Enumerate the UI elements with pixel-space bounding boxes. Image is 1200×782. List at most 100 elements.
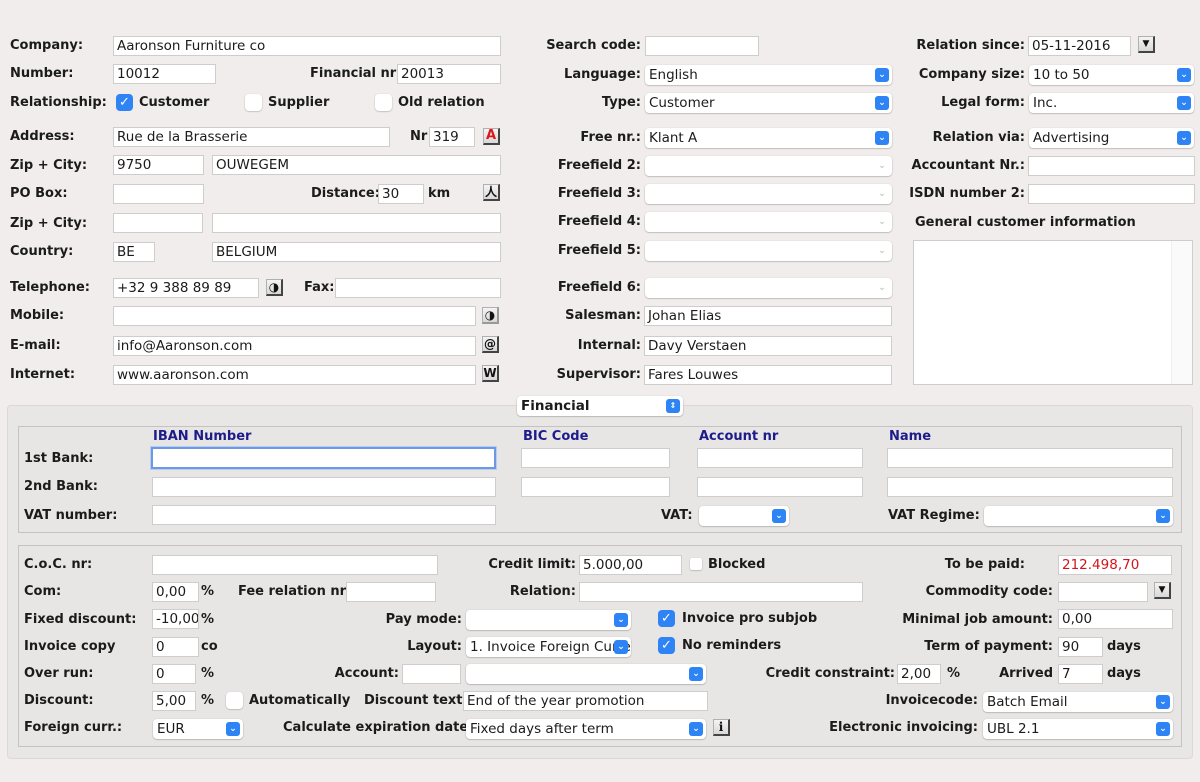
automatically-label: Automatically — [249, 693, 351, 708]
search-code-field[interactable] — [645, 36, 759, 56]
commodity-code-field[interactable] — [1058, 582, 1148, 602]
section-select[interactable]: Financial ⇕ — [517, 396, 683, 416]
supplier-checkbox[interactable] — [245, 94, 262, 111]
salesman-label: Salesman: — [565, 308, 641, 323]
company-field[interactable]: Aaronson Furniture co — [113, 36, 501, 56]
invoice-copy-field[interactable]: 0 — [152, 637, 199, 657]
financial-nr-field[interactable]: 20013 — [397, 64, 501, 84]
country-code-field[interactable]: BE — [113, 242, 155, 262]
credit-constraint-field[interactable]: 2,00 — [897, 664, 941, 684]
date-picker-button[interactable]: ▼ — [1138, 36, 1155, 53]
number-field[interactable]: 10012 — [113, 64, 216, 84]
bank-2-account-field[interactable] — [697, 477, 863, 497]
com-label: Com: — [24, 584, 62, 599]
zip-field[interactable]: 9750 — [113, 155, 204, 175]
relation-since-field[interactable]: 05-11-2016 — [1028, 36, 1131, 56]
house-nr-field[interactable]: 319 — [429, 127, 475, 147]
distance-field[interactable]: 30 — [378, 184, 424, 204]
coc-field[interactable] — [152, 555, 438, 575]
general-info-scrollbar[interactable] — [1171, 241, 1192, 384]
address-lookup-button[interactable]: A — [483, 128, 500, 145]
section-value: Financial — [521, 398, 590, 414]
automatically-checkbox[interactable] — [226, 692, 243, 709]
freefield-2-select[interactable]: ⌄ — [645, 156, 892, 176]
open-website-button[interactable]: W — [482, 365, 499, 382]
relation-field[interactable] — [579, 582, 863, 602]
info-button[interactable]: i — [713, 719, 730, 736]
free-nr-select[interactable]: Klant A ⌄ — [645, 128, 892, 148]
calc-exp-select[interactable]: Fixed days after term ⌄ — [466, 719, 706, 739]
relation-via-select[interactable]: Advertising ⌄ — [1029, 128, 1194, 148]
invoicecode-label: Invoicecode: — [885, 693, 978, 708]
address-field[interactable]: Rue de la Brasserie — [113, 127, 390, 147]
fee-relation-field[interactable] — [346, 582, 436, 602]
isdn-field[interactable] — [1028, 184, 1195, 204]
fixed-discount-field[interactable]: -10,00 — [152, 609, 199, 629]
accountant-nr-field[interactable] — [1028, 156, 1195, 176]
company-size-select[interactable]: 10 to 50 ⌄ — [1029, 65, 1194, 85]
pay-mode-select[interactable]: ⌄ — [466, 610, 631, 630]
country-name-field[interactable]: BELGIUM — [212, 242, 501, 262]
po-box-field[interactable] — [113, 184, 204, 204]
fax-field[interactable] — [335, 278, 501, 298]
old-relation-checkbox[interactable] — [375, 94, 392, 111]
bank-1-iban-field[interactable] — [151, 447, 496, 469]
internal-field[interactable]: Davy Verstaen — [644, 336, 892, 356]
email-field[interactable]: info@Aaronson.com — [113, 336, 476, 356]
foreign-curr-select[interactable]: EUR ⌄ — [153, 719, 243, 739]
internet-field[interactable]: www.aaronson.com — [113, 365, 476, 385]
credit-limit-label: Credit limit: — [488, 557, 576, 572]
invoicecode-select[interactable]: Batch Email ⌄ — [983, 692, 1173, 712]
e-invoicing-select[interactable]: UBL 2.1 ⌄ — [983, 719, 1173, 739]
minimal-job-field[interactable]: 0,00 — [1058, 609, 1173, 629]
freefield-5-select[interactable]: ⌄ — [645, 241, 892, 261]
call-mobile-button[interactable]: ◑ — [482, 307, 499, 324]
invoice-pro-subjob-checkbox[interactable]: ✓ — [658, 610, 675, 627]
over-run-field[interactable]: 0 — [152, 664, 196, 684]
foreign-curr-value: EUR — [157, 721, 185, 737]
vat-regime-select[interactable]: ⌄ — [984, 506, 1173, 526]
e-invoicing-label: Electronic invoicing: — [829, 720, 978, 735]
zip2-field[interactable] — [113, 213, 203, 233]
freefield-6-select[interactable]: ⌄ — [645, 278, 892, 298]
freefield-4-select[interactable]: ⌄ — [645, 212, 892, 232]
type-select[interactable]: Customer ⌄ — [645, 93, 892, 113]
general-info-textarea[interactable] — [913, 240, 1193, 385]
account-field[interactable] — [402, 664, 461, 684]
call-telephone-button[interactable]: ◑ — [266, 279, 283, 296]
no-reminders-checkbox[interactable]: ✓ — [658, 637, 675, 654]
bank-2-bic-field[interactable] — [521, 477, 670, 497]
telephone-field[interactable]: +32 9 388 89 89 — [113, 278, 259, 298]
discount-field[interactable]: 5,00 — [152, 691, 196, 711]
bank-1-account-field[interactable] — [697, 448, 863, 468]
layout-select[interactable]: 1. Invoice Foreign Currency⌄ — [466, 637, 631, 657]
freefield-3-select[interactable]: ⌄ — [645, 184, 892, 204]
bank-2-name-field[interactable] — [887, 477, 1173, 497]
term-payment-field[interactable]: 90 — [1058, 637, 1103, 657]
account-select[interactable]: ⌄ — [466, 664, 706, 684]
supervisor-field[interactable]: Fares Louwes — [644, 365, 892, 385]
legal-form-select[interactable]: Inc. ⌄ — [1029, 93, 1194, 113]
customer-checkbox[interactable]: ✓ — [116, 94, 133, 111]
language-select[interactable]: English ⌄ — [645, 65, 892, 85]
bank-2-iban-field[interactable] — [152, 477, 496, 497]
discount-text-field[interactable]: End of the year promotion — [463, 691, 708, 711]
mobile-field[interactable] — [113, 306, 476, 326]
vat-number-field[interactable] — [152, 505, 496, 525]
bank-1-bic-field[interactable] — [521, 448, 670, 468]
bank-1-name-field[interactable] — [887, 448, 1173, 468]
arrived-field[interactable]: 7 — [1058, 664, 1103, 684]
vat-select[interactable]: ⌄ — [699, 506, 789, 526]
city-field[interactable]: OUWEGEM — [212, 155, 501, 175]
salesman-field[interactable]: Johan Elias — [644, 306, 892, 326]
commodity-code-dropdown-button[interactable]: ▼ — [1154, 582, 1171, 599]
com-field[interactable]: 0,00 — [152, 582, 199, 602]
accountant-nr-label: Accountant Nr.: — [911, 158, 1025, 173]
name-header: Name — [889, 429, 932, 444]
blocked-checkbox[interactable] — [690, 558, 702, 570]
credit-limit-field[interactable]: 5.000,00 — [579, 555, 682, 575]
city2-field[interactable] — [212, 213, 501, 233]
route-button[interactable]: 人 — [483, 184, 500, 201]
send-email-button[interactable]: @ — [482, 336, 499, 353]
distance-label: Distance: — [311, 186, 380, 201]
